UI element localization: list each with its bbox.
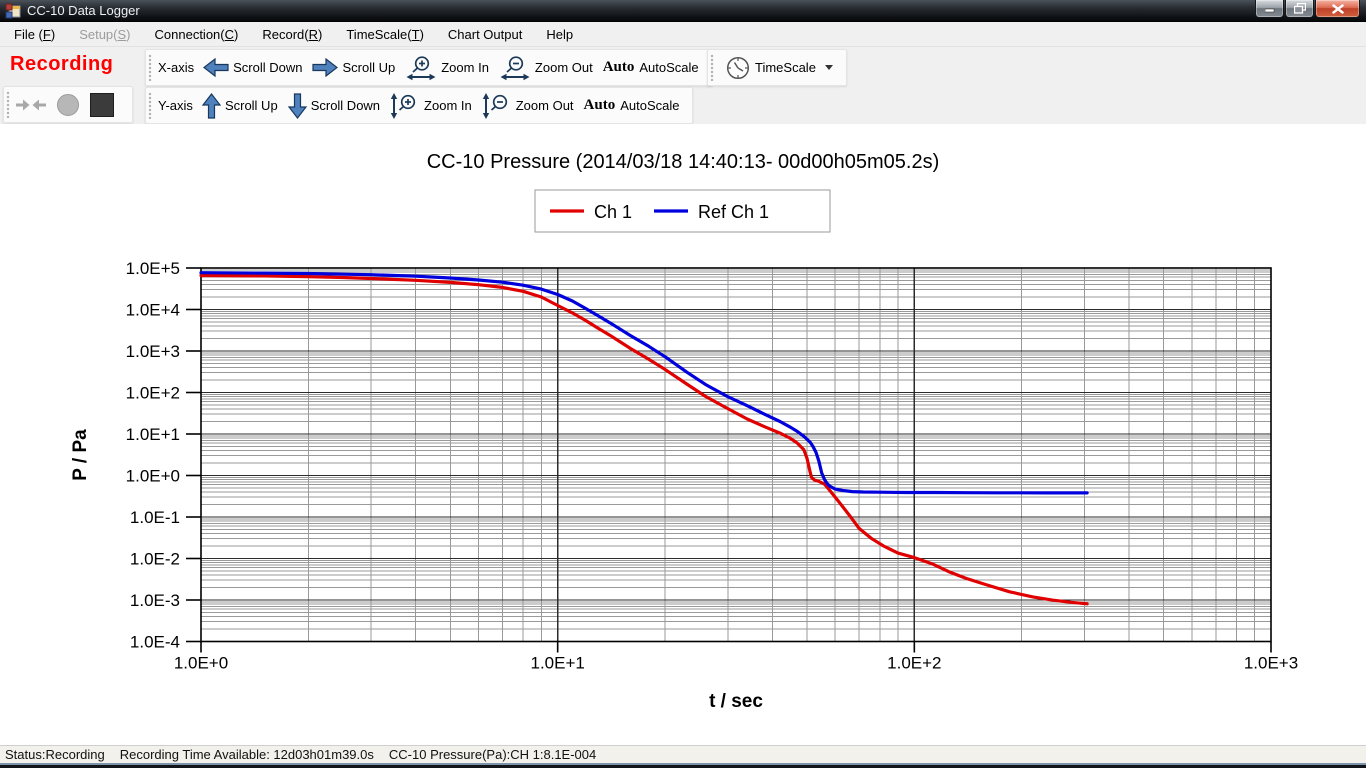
svg-text:1.0E+1: 1.0E+1 [530,654,584,673]
x-scroll-up-button[interactable]: Scroll Up [307,56,400,79]
recording-status-label: Recording [10,53,113,76]
record-control-strip [3,86,133,123]
y-autoscale-button[interactable]: Auto AutoScale [579,95,685,116]
close-button[interactable] [1315,0,1360,18]
svg-text:1.0E-2: 1.0E-2 [130,550,180,569]
svg-text:1.0E+2: 1.0E+2 [126,384,180,403]
minimize-button[interactable] [1255,0,1284,18]
plot-area[interactable] [201,268,1271,642]
chart-title: CC-10 Pressure (2014/03/18 14:40:13- 00d… [427,151,940,173]
toolbar-grip[interactable] [148,92,153,119]
stop-square-icon [90,93,114,117]
x-axis-strip: X-axis Scroll Down Scroll Up Zoom [145,49,713,86]
y-scroll-up-button[interactable]: Scroll Up [197,91,283,121]
menu-setup[interactable]: Setup(S) [67,24,142,45]
record-circle-icon [57,94,79,116]
svg-text:1.0E+3: 1.0E+3 [1244,654,1298,673]
x-axis-label: X-axis [158,60,194,75]
x-autoscale-button[interactable]: Auto AutoScale [598,57,704,78]
svg-text:1.0E+1: 1.0E+1 [126,425,180,444]
y-zoom-out-button[interactable]: Zoom Out [477,90,579,122]
svg-text:1.0E+0: 1.0E+0 [126,467,180,486]
status-text: Status:Recording [5,747,105,762]
down-arrow-icon [288,93,307,119]
title-bar: CC-10 Data Logger [0,0,1366,22]
menu-connection[interactable]: Connection(C) [143,24,251,45]
y-axis-label: Y-axis [158,98,193,113]
x-scroll-down-button[interactable]: Scroll Down [198,56,307,79]
y-zoom-out-icon [482,92,512,120]
disconnect-button[interactable] [16,98,46,112]
clock-icon [725,55,751,81]
record-button[interactable] [57,94,79,116]
svg-text:1.0E+0: 1.0E+0 [174,654,228,673]
menu-chart-output[interactable]: Chart Output [436,24,534,45]
axis-tick-labels: 1.0E+0 1.0E+1 1.0E+2 1.0E+3 1.0E+5 1.0E+4 1.0E… [126,259,1299,673]
y-zoom-in-icon [390,92,420,120]
svg-text:1.0E-1: 1.0E-1 [130,508,180,527]
legend-label-ch1: Ch 1 [594,202,632,222]
svg-text:1.0E+5: 1.0E+5 [126,259,180,278]
svg-text:1.0E+4: 1.0E+4 [126,301,180,320]
toolbar-grip[interactable] [148,54,153,81]
window-title: CC-10 Data Logger [27,3,140,18]
toolbar-grip[interactable] [710,54,715,81]
y-axis-strip: Y-axis Scroll Up Scroll Down Zoom [145,87,693,124]
series-ch-1 [201,276,1087,604]
left-arrow-icon [203,58,229,77]
toolbar-grip[interactable] [6,91,11,118]
recording-time-text: Recording Time Available: 12d03h01m39.0s [120,747,374,762]
svg-text:1.0E+3: 1.0E+3 [126,342,180,361]
series-ref-ch-1 [201,273,1087,493]
x-axis-title: t / sec [709,691,763,712]
y-zoom-in-button[interactable]: Zoom In [385,90,477,122]
close-icon [1332,4,1344,14]
toolbar: Recording X-axis Scroll Down [0,46,1366,124]
right-arrow-icon [312,58,338,77]
x-zoom-out-button[interactable]: Zoom Out [494,53,598,83]
x-zoom-out-icon [499,55,531,81]
svg-text:1.0E+2: 1.0E+2 [887,654,941,673]
app-icon [5,3,21,19]
minor-gridlines [201,268,1271,642]
menu-bar: File (F) Setup(S) Connection(C) Record(R… [0,22,1366,46]
timescale-strip: TimeScale [707,49,847,86]
status-bar: Status:Recording Recording Time Availabl… [0,745,1366,763]
stop-button[interactable] [90,93,114,117]
major-gridlines [201,268,1271,642]
chart-panel: 1.0E+0 1.0E+1 1.0E+2 1.0E+3 1.0E+5 1.0E+4 1.0E… [0,124,1366,745]
chevron-down-icon [825,65,833,70]
y-axis-title: P / Pa [70,429,91,481]
window-bottom-border [0,763,1366,768]
pressure-reading-text: CC-10 Pressure(Pa):CH 1:8.1E-004 [389,747,596,762]
y-scroll-down-button[interactable]: Scroll Down [283,91,385,121]
restore-button[interactable] [1285,0,1314,18]
menu-record[interactable]: Record(R) [250,24,334,45]
auto-glyph: Auto [584,97,616,114]
menu-timescale[interactable]: TimeScale(T) [334,24,436,45]
svg-text:1.0E-4: 1.0E-4 [130,633,180,652]
timescale-button[interactable]: TimeScale [720,53,838,83]
up-arrow-icon [202,93,221,119]
x-zoom-in-icon [405,55,437,81]
window-controls [1254,0,1360,18]
x-zoom-in-button[interactable]: Zoom In [400,53,494,83]
menu-help[interactable]: Help [534,24,585,45]
legend: Ch 1 Ref Ch 1 [535,190,830,232]
legend-label-refch1: Ref Ch 1 [698,202,769,222]
disconnect-icon [16,98,46,112]
menu-file[interactable]: File (F) [2,24,67,45]
svg-text:1.0E-3: 1.0E-3 [130,591,180,610]
restore-icon [1294,3,1306,14]
pressure-chart: 1.0E+0 1.0E+1 1.0E+2 1.0E+3 1.0E+5 1.0E+4 1.0E… [0,124,1366,745]
auto-glyph: Auto [603,59,635,76]
minimize-icon [1265,4,1275,13]
